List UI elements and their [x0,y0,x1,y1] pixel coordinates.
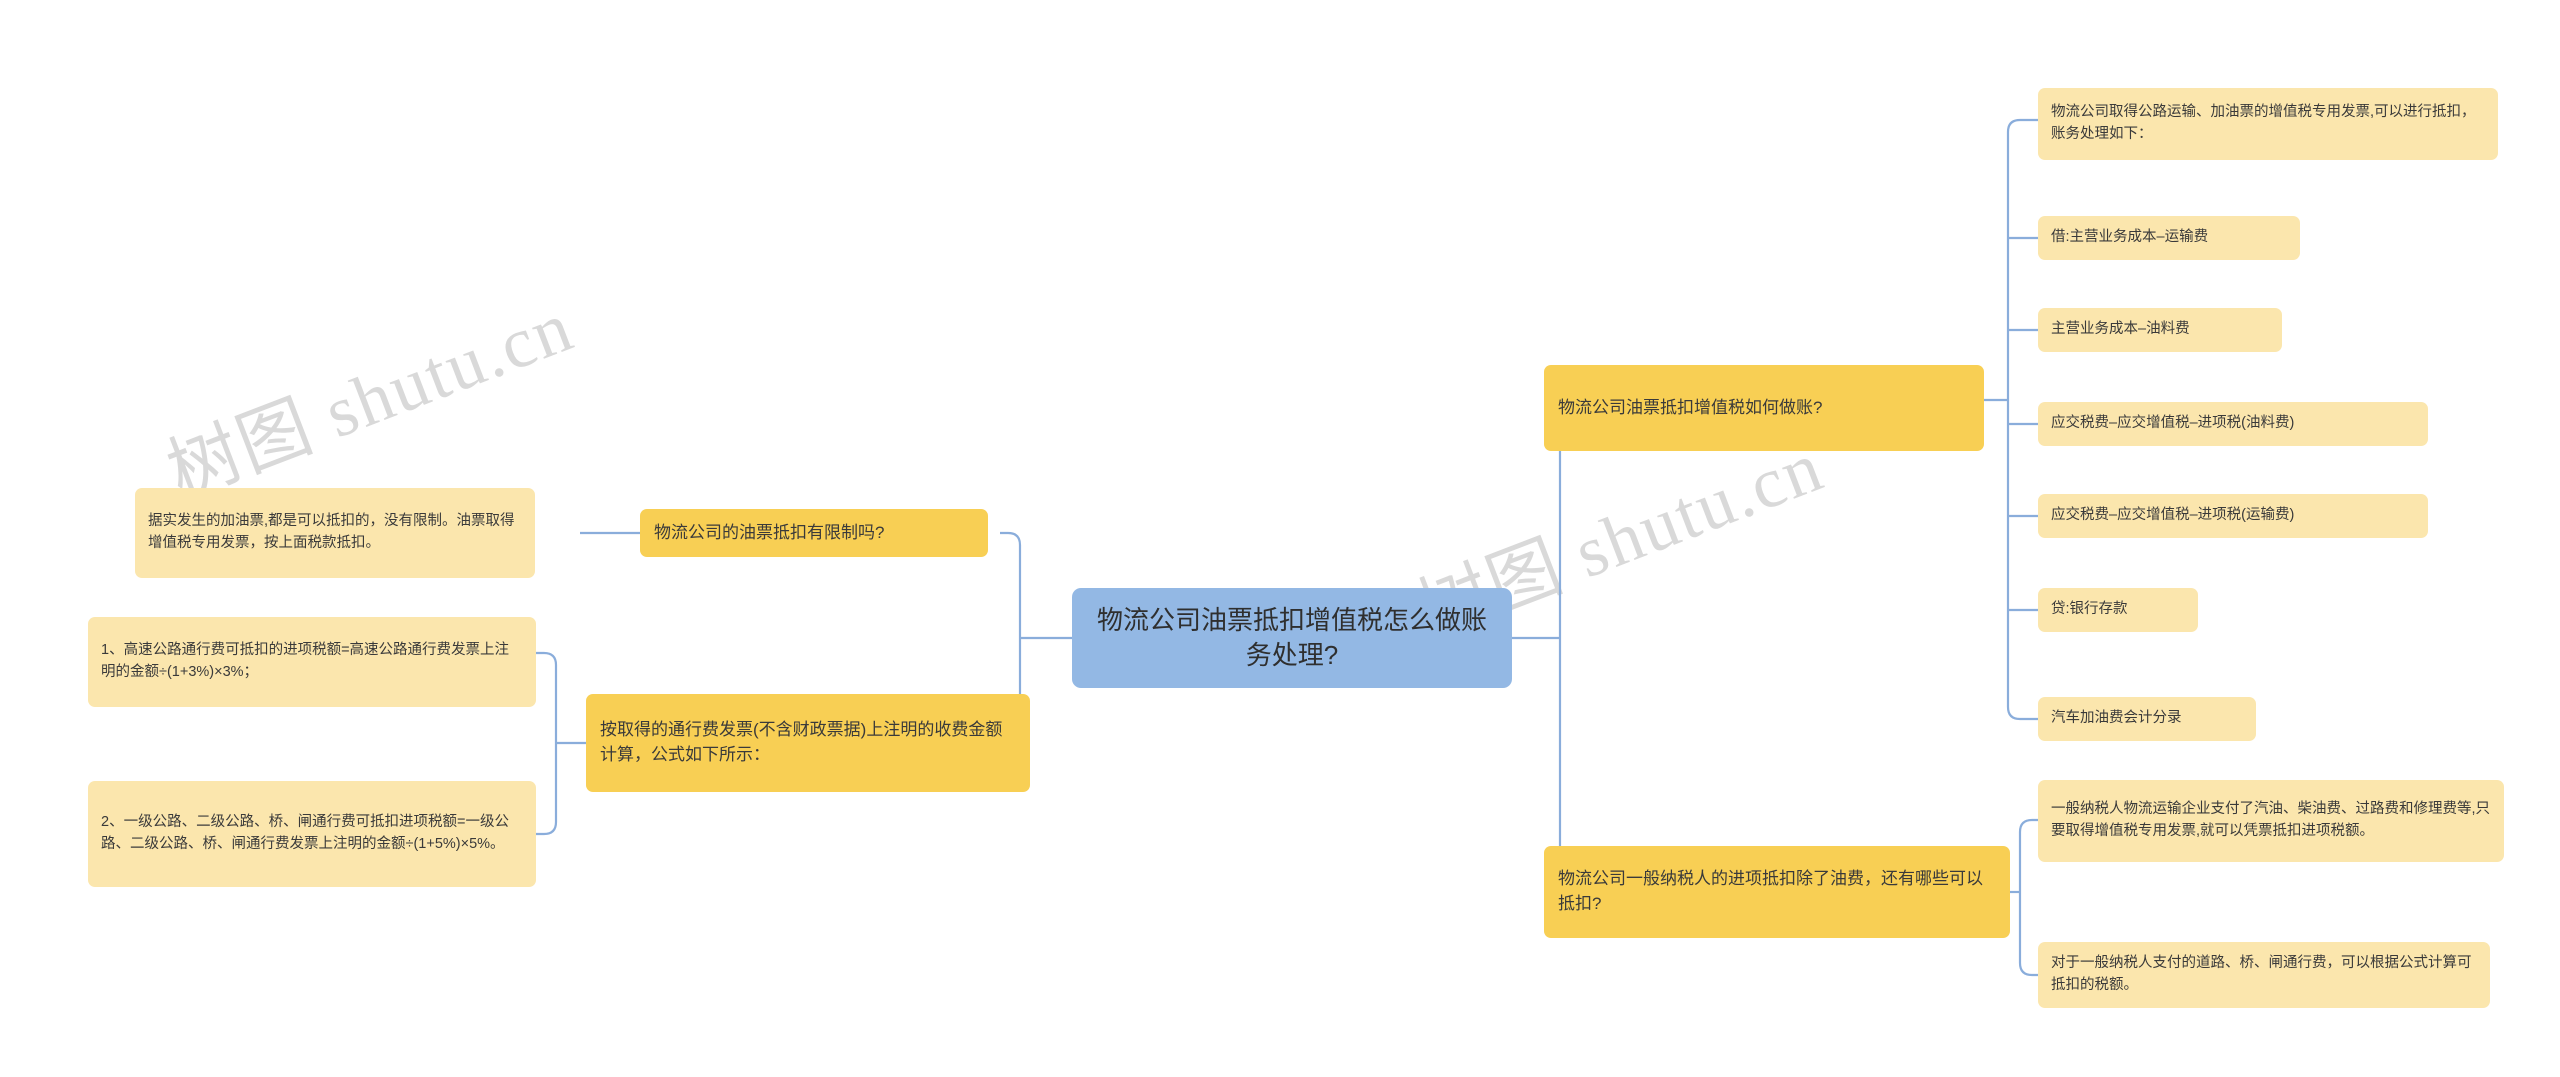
right-leaf-node-1-5[interactable]: 应交税费–应交增值税–进项税(运输费) [2038,494,2428,538]
left-leaf-node-1-1[interactable]: 据实发生的加油票,都是可以抵扣的，没有限制。油票取得增值税专用发票，按上面税款抵… [135,488,535,578]
link-rb1-child-7 [2006,706,2038,721]
left-branch-node-2[interactable]: 按取得的通行费发票(不含财政票据)上注明的收费金额计算，公式如下所示： [586,694,1030,792]
left-branch-node-1[interactable]: 物流公司的油票抵扣有限制吗? [640,509,988,557]
right-leaf-node-1-2[interactable]: 借:主营业务成本–运输费 [2038,216,2300,260]
right-leaf-node-1-4[interactable]: 应交税费–应交增值税–进项税(油料费) [2038,402,2428,446]
right-branch-node-2[interactable]: 物流公司一般纳税人的进项抵扣除了油费，还有哪些可以抵扣? [1544,846,2010,938]
right-leaf-node-1-6[interactable]: 贷:银行存款 [2038,588,2198,632]
link-rb2-child-2 [2018,962,2038,977]
right-leaf-node-2-2[interactable]: 对于一般纳税人支付的道路、桥、闸通行费，可以根据公式计算可抵扣的税额。 [2038,942,2490,1008]
left-leaf-node-2-1[interactable]: 1、高速公路通行费可抵扣的进项税额=高速公路通行费发票上注明的金额÷(1+3%)… [88,617,536,707]
mindmap-canvas: 树图 shutu.cn 树图 shutu.cn 物流公司油票抵扣增值税怎么做账务… [0,0,2560,1077]
right-branch-node-1[interactable]: 物流公司油票抵扣增值税如何做账? [1544,365,1984,451]
link-lb2-child-2 [536,821,558,836]
link-rb2-child-1 [2018,818,2038,833]
right-leaf-node-1-3[interactable]: 主营业务成本–油料费 [2038,308,2282,352]
link-lb2-child-1 [536,651,558,666]
right-leaf-node-2-1[interactable]: 一般纳税人物流运输企业支付了汽油、柴油费、过路费和修理费等,只要取得增值税专用发… [2038,780,2504,862]
right-leaf-node-1-1[interactable]: 物流公司取得公路运输、加油票的增值税专用发票,可以进行抵扣，账务处理如下： [2038,88,2498,160]
link-left-branch-1 [1000,531,1022,546]
root-node[interactable]: 物流公司油票抵扣增值税怎么做账务处理? [1072,588,1512,688]
left-leaf-node-2-2[interactable]: 2、一级公路、二级公路、桥、闸通行费可抵扣进项税额=一级公路、二级公路、桥、闸通… [88,781,536,887]
watermark-text: 树图 shutu.cn [157,286,584,514]
link-rb1-child-1 [2006,118,2038,133]
right-leaf-node-1-7[interactable]: 汽车加油费会计分录 [2038,697,2256,741]
